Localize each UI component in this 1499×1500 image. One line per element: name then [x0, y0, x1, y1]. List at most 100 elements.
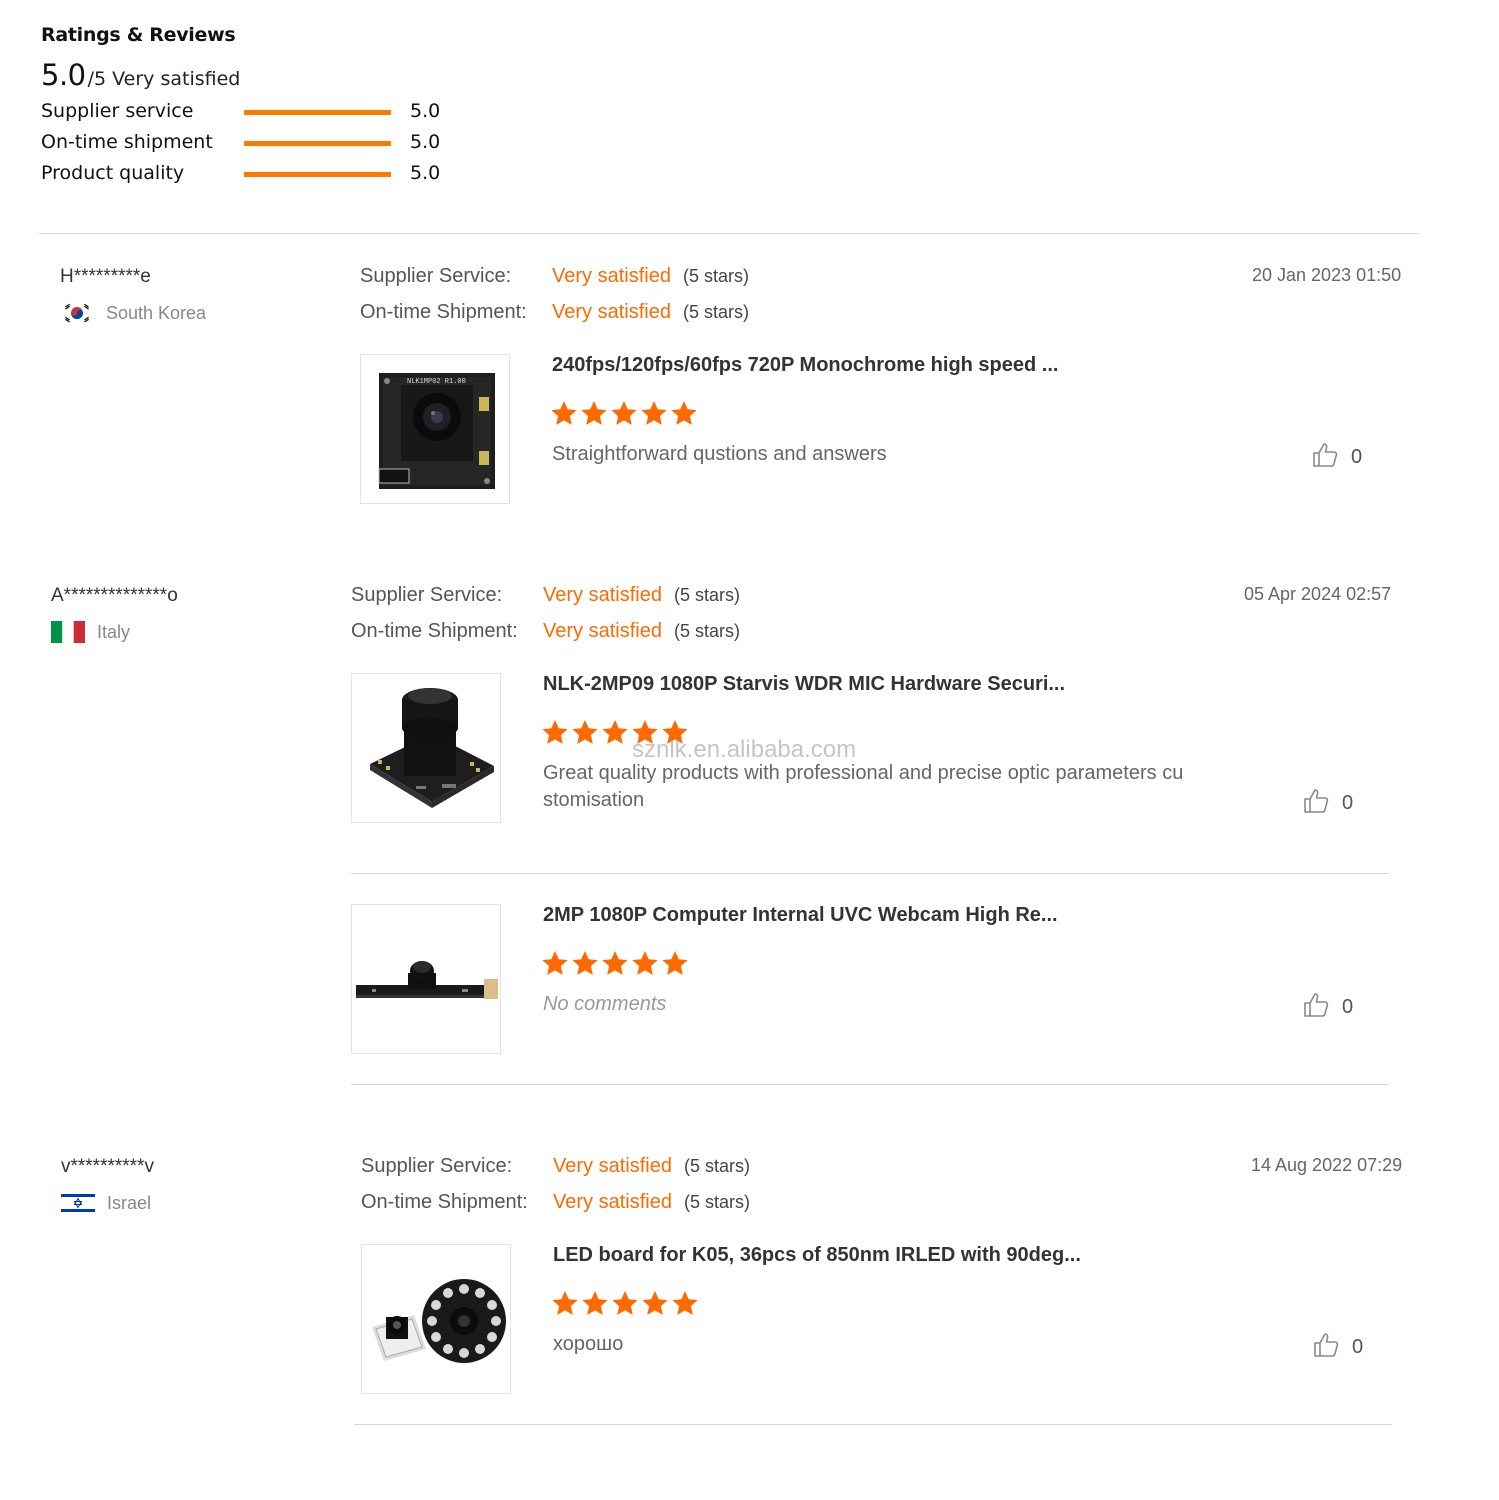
like-count: 0: [1351, 446, 1363, 468]
south-korea-flag-icon: [60, 302, 94, 324]
star-icon: [642, 1291, 668, 1315]
review-date: 05 Apr 2024 02:57: [1244, 584, 1392, 604]
metric-value: 5.0: [410, 162, 441, 184]
supplier-service-stars: (5 stars): [683, 1156, 750, 1176]
shipment-label: On-time Shipment:: [361, 1191, 528, 1213]
reviewer-name: A**************o: [51, 585, 178, 606]
metric-bar-fill: [244, 110, 391, 115]
supplier-service-label: Supplier Service:: [360, 265, 512, 287]
supplier-service-value: Very satisfied: [553, 1155, 672, 1177]
star-icon: [542, 951, 568, 975]
supplier-service-rating: Supplier Service: Very satisfied (5 star…: [351, 584, 740, 607]
reviewer-country: Israel: [61, 1192, 151, 1214]
shipment-value: Very satisfied: [552, 301, 671, 323]
star-icon: [542, 720, 568, 744]
svg-text:NLK1MP02 R1.00: NLK1MP02 R1.00: [407, 378, 466, 386]
shipment-value: Very satisfied: [553, 1191, 672, 1213]
like-button[interactable]: 0: [1312, 1331, 1363, 1364]
review-divider: [351, 1084, 1389, 1085]
like-count: 0: [1352, 1336, 1364, 1358]
reviewer-name: H*********e: [60, 266, 151, 287]
shipment-label: On-time Shipment:: [351, 620, 518, 642]
webcam-strip-module-image[interactable]: [351, 904, 501, 1054]
watermark: sznlk.en.alibaba.com: [632, 736, 857, 763]
metric-supplier-service: Supplier service 5.0: [41, 100, 461, 130]
country-name: South Korea: [106, 302, 207, 323]
product-title-link[interactable]: NLK-2MP09 1080P Starvis WDR MIC Hardware…: [543, 673, 1065, 696]
thumbs-up-icon: [1312, 1331, 1340, 1364]
shipment-stars: (5 stars): [683, 1192, 750, 1212]
star-icon: [611, 401, 637, 425]
star-icon: [572, 951, 598, 975]
review-comment-line: Great quality products with professional…: [543, 762, 1184, 784]
product-rating-stars: [550, 1289, 700, 1317]
shipment-rating: On-time Shipment: Very satisfied (5 star…: [351, 620, 740, 643]
like-button[interactable]: 0: [1302, 787, 1353, 820]
star-icon: [551, 401, 577, 425]
overall-score-suffix: /5 Very satisfied: [87, 68, 241, 90]
shipment-value: Very satisfied: [543, 620, 662, 642]
israel-flag-icon: [61, 1192, 95, 1214]
country-name: Israel: [107, 1192, 152, 1213]
supplier-service-value: Very satisfied: [552, 265, 671, 287]
shipment-rating: On-time Shipment: Very satisfied (5 star…: [361, 1191, 750, 1214]
metric-bar: [244, 141, 391, 146]
section-title: Ratings & Reviews: [41, 24, 236, 46]
thumbs-up-icon: [1302, 787, 1330, 820]
supplier-service-stars: (5 stars): [673, 585, 740, 605]
camera-module-board-image[interactable]: NLK1MP02 R1.00: [360, 354, 510, 504]
metric-value: 5.0: [410, 100, 441, 122]
star-icon: [672, 1291, 698, 1315]
thumbs-up-icon: [1302, 991, 1330, 1024]
like-button[interactable]: 0: [1311, 441, 1362, 474]
shipment-stars: (5 stars): [673, 621, 740, 641]
product-title-link[interactable]: 2MP 1080P Computer Internal UVC Webcam H…: [543, 904, 1058, 927]
metric-on-time-shipment: On-time shipment 5.0: [41, 131, 461, 161]
star-icon: [632, 951, 658, 975]
camera-lens-module-image[interactable]: [351, 673, 501, 823]
product-divider: [351, 873, 1389, 874]
supplier-service-rating: Supplier Service: Very satisfied (5 star…: [360, 265, 749, 288]
reviewer-name: v**********v: [61, 1156, 154, 1177]
review-comment: хорошо: [553, 1333, 624, 1355]
review-date: 14 Aug 2022 07:29: [1251, 1155, 1403, 1175]
italy-flag-icon: [51, 621, 85, 643]
reviewer-country: Italy: [51, 621, 130, 643]
star-icon: [572, 720, 598, 744]
star-icon: [612, 1291, 638, 1315]
ir-led-board-image[interactable]: [361, 1244, 511, 1394]
star-icon: [602, 720, 628, 744]
country-name: Italy: [97, 621, 131, 642]
review-comment: No comments: [543, 993, 667, 1015]
product-rating-stars: [540, 949, 690, 977]
like-button[interactable]: 0: [1302, 991, 1353, 1024]
like-count: 0: [1342, 996, 1354, 1018]
thumbs-up-icon: [1311, 441, 1339, 474]
shipment-stars: (5 stars): [682, 302, 749, 322]
metric-bar: [244, 172, 391, 177]
metric-value: 5.0: [410, 131, 441, 153]
metric-label: On-time shipment: [41, 131, 213, 153]
metric-bar-fill: [244, 141, 391, 146]
product-rating-stars: [549, 399, 699, 427]
star-icon: [552, 1291, 578, 1315]
supplier-service-label: Supplier Service:: [361, 1155, 513, 1177]
review-comment: Great quality products with professional…: [543, 760, 1243, 814]
metric-label: Supplier service: [41, 100, 194, 122]
overall-rating: 5.0 /5 Very satisfied: [41, 58, 240, 92]
review-divider: [354, 1424, 1392, 1425]
supplier-service-stars: (5 stars): [682, 266, 749, 286]
like-count: 0: [1342, 792, 1354, 814]
product-title-link[interactable]: LED board for K05, 36pcs of 850nm IRLED …: [553, 1244, 1081, 1267]
star-icon: [671, 401, 697, 425]
supplier-service-label: Supplier Service:: [351, 584, 503, 606]
summary-divider: [39, 233, 1419, 234]
shipment-rating: On-time Shipment: Very satisfied (5 star…: [360, 301, 749, 324]
supplier-service-rating: Supplier Service: Very satisfied (5 star…: [361, 1155, 750, 1178]
star-icon: [581, 401, 607, 425]
metric-label: Product quality: [41, 162, 185, 184]
review-comment: Straightforward qustions and answers: [552, 443, 887, 465]
metric-bar: [244, 110, 391, 115]
star-icon: [641, 401, 667, 425]
product-title-link[interactable]: 240fps/120fps/60fps 720P Monochrome high…: [552, 354, 1058, 377]
